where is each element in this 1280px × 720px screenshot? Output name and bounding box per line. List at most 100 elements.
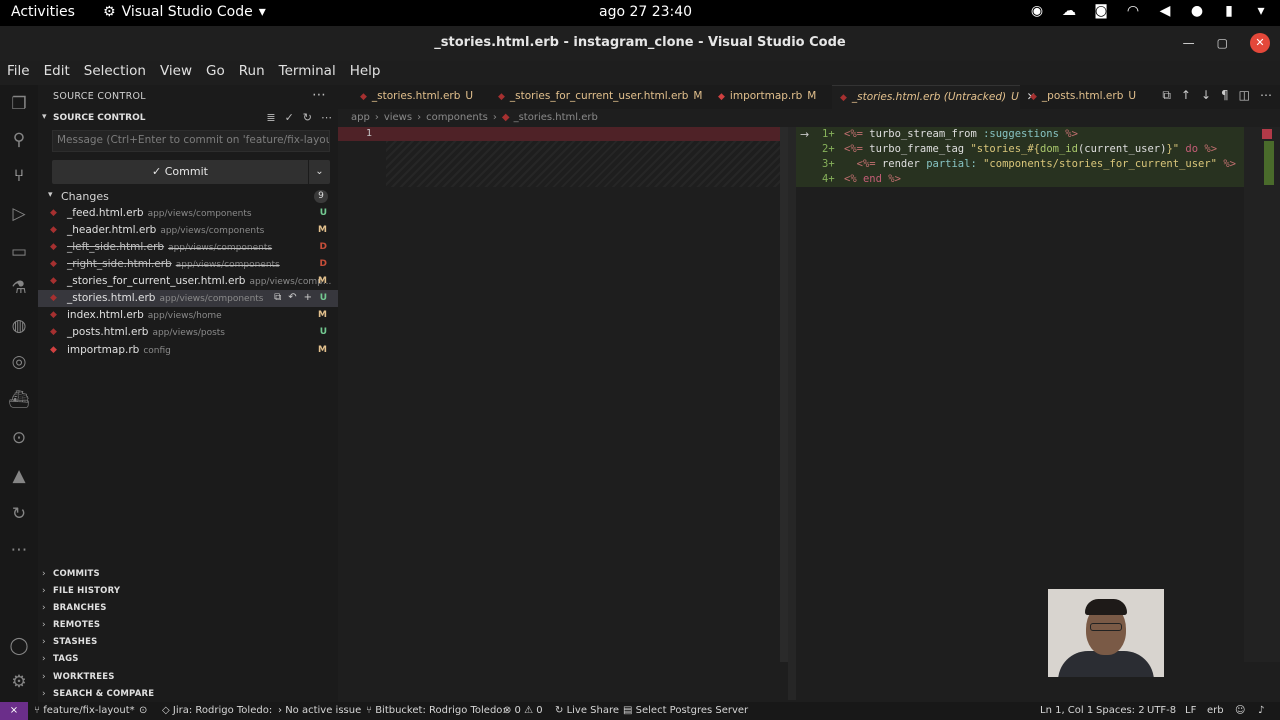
menu-selection[interactable]: Selection [77,61,153,83]
menu-go[interactable]: Go [199,61,232,83]
tab-posts[interactable]: ◆ _posts.html.erb U [1030,85,1136,109]
code-line[interactable]: 4+ <% end %> [822,172,1236,187]
show-whitespace-icon[interactable]: ¶ [1221,88,1229,103]
tab-stories-for-current-user[interactable]: ◆ _stories_for_current_user.html.erb M [498,85,702,109]
notifications-bell-icon[interactable]: ♪ [1258,705,1264,716]
docker-icon[interactable]: ⛴ [8,389,30,411]
breadcrumb-item[interactable]: _stories.html.erb [514,112,598,123]
power-menu-icon[interactable]: ▾ [1252,3,1270,19]
discard-changes-icon[interactable]: ↶ [288,292,296,303]
close-icon[interactable]: ✕ [1250,33,1270,53]
minimize-icon[interactable]: — [1183,36,1195,50]
chevron-down-icon[interactable]: ⌄ [308,160,330,184]
more-icon[interactable]: ⋯ [321,111,332,124]
explorer-icon[interactable]: ❐ [8,93,30,115]
open-file-icon[interactable]: ⧉ [274,292,281,303]
commit-button[interactable]: ✓ Commit ⌄ [52,160,330,184]
source-control-section-header[interactable]: ▾ SOURCE CONTROL ≣ ✓ ↻ ⋯ [38,110,338,128]
scrollbar[interactable] [1244,127,1280,662]
diff-divider[interactable] [788,127,796,700]
run-debug-icon[interactable]: ▷ [8,203,30,225]
battery-icon[interactable]: ▮ [1220,3,1238,19]
code-lines[interactable]: 1+ <%= turbo_stream_from :suggestions %> 2… [822,127,1236,187]
changed-file[interactable]: ◆ _right_side.html.erb app/views/componen… [38,256,338,273]
changed-file[interactable]: ◆ _feed.html.erb app/views/components U [38,205,338,222]
revert-arrow-icon[interactable]: → [800,128,809,141]
changed-file[interactable]: ◆ _stories_for_current_user.html.erb app/… [38,273,338,290]
diff-original-pane[interactable]: 1 [338,127,788,702]
mic-icon[interactable]: ● [1188,3,1206,19]
changed-file-selected[interactable]: ◆ _stories.html.erb app/views/components … [38,290,338,307]
section-file-history[interactable]: › FILE HISTORY [38,583,338,600]
menu-file[interactable]: File [0,61,37,83]
discord-icon[interactable]: ◙ [1092,3,1110,19]
active-issue[interactable]: › No active issue [278,705,361,716]
branch-indicator[interactable]: ⑂ feature/fix-layout* [34,705,135,716]
more-actions-icon[interactable]: ⋯ [312,87,326,103]
view-as-tree-icon[interactable]: ≣ [266,111,275,124]
sync-icon[interactable]: ⊙ [139,705,147,716]
changed-file[interactable]: ◆ index.html.erb app/views/home M [38,307,338,324]
tab-stories-untracked[interactable]: ◆ _stories.html.erb (Untracked) U ✕ [832,85,1036,109]
menu-help[interactable]: Help [343,61,388,83]
split-editor-icon[interactable]: ◫ [1239,88,1250,103]
changed-file[interactable]: ◆ _header.html.erb app/views/components M [38,222,338,239]
wifi-icon[interactable]: ◠ [1124,3,1142,19]
previous-change-icon[interactable]: ↑ [1181,88,1191,103]
section-tags[interactable]: › TAGS [38,651,338,668]
bitbucket-status[interactable]: ⑂ Bitbucket: Rodrigo Toledo: [366,705,506,716]
cursor-position[interactable]: Ln 1, Col 1 [1040,705,1093,716]
problems-indicator[interactable]: ⊗ 0 ⚠ 0 [503,705,543,716]
diff-modified-pane[interactable]: → 1+ <%= turbo_stream_from :suggestions %… [796,127,1280,702]
live-share-icon[interactable]: ↻ [8,503,30,525]
menu-view[interactable]: View [153,61,199,83]
code-line[interactable]: 3+ <%= render partial: "components/stori… [822,157,1236,172]
menu-edit[interactable]: Edit [37,61,77,83]
changed-file[interactable]: ◆ importmap.rb config M [38,342,338,359]
open-file-icon[interactable]: ⧉ [1162,88,1171,103]
settings-gear-icon[interactable]: ⚙ [8,671,30,693]
next-change-icon[interactable]: ↓ [1201,88,1211,103]
section-remotes[interactable]: › REMOTES [38,617,338,634]
remote-explorer-icon[interactable]: ▭ [8,241,30,263]
jira-status[interactable]: ◇ Jira: Rodrigo Toledo: [162,705,272,716]
screen-record-icon[interactable]: ◉ [1028,3,1046,19]
deploy-icon[interactable]: ▲ [8,465,30,487]
section-stashes[interactable]: › STASHES [38,634,338,651]
weather-icon[interactable]: ☁ [1060,3,1078,19]
testing-icon[interactable]: ⚗ [8,277,30,299]
changed-file[interactable]: ◆ _left_side.html.erb app/views/component… [38,239,338,256]
changes-group[interactable]: ▾ Changes 9 [38,188,338,205]
breadcrumb-item[interactable]: components [426,112,488,123]
breadcrumb-item[interactable]: app [351,112,370,123]
language-mode[interactable]: erb [1207,705,1224,716]
section-search-compare[interactable]: › SEARCH & COMPARE [38,686,338,703]
postgres-status[interactable]: ▤ Select Postgres Server [623,705,748,716]
tab-stories[interactable]: ◆ _stories.html.erb U [360,85,473,109]
feedback-icon[interactable]: ☺ [1235,705,1245,716]
menu-run[interactable]: Run [232,61,272,83]
volume-icon[interactable]: ◀ [1156,3,1174,19]
section-branches[interactable]: › BRANCHES [38,600,338,617]
more-icon[interactable]: ⋯ [8,539,30,561]
code-line[interactable]: 2+ <%= turbo_frame_tag "stories_#{dom_id(… [822,142,1236,157]
maximize-icon[interactable]: ▢ [1217,36,1228,50]
commit-check-icon[interactable]: ✓ [285,111,294,124]
account-icon[interactable]: ◯ [8,635,30,657]
source-control-icon[interactable]: ⑂ [8,165,30,187]
live-share-status[interactable]: ↻ Live Share [555,705,619,716]
gitlens-icon[interactable]: ⊙ [8,427,30,449]
activities-button[interactable]: Activities [11,4,75,20]
tab-importmap[interactable]: ◆ importmap.rb M [718,85,816,109]
app-menu[interactable]: ⚙ Visual Studio Code ▾ [103,4,266,20]
git-graph-icon[interactable]: ◎ [8,351,30,373]
search-icon[interactable]: ⚲ [8,129,30,151]
code-line[interactable]: 1+ <%= turbo_stream_from :suggestions %> [822,127,1236,142]
section-worktrees[interactable]: › WORKTREES [38,669,338,686]
database-icon[interactable]: ◍ [8,315,30,337]
menu-terminal[interactable]: Terminal [272,61,343,83]
changed-file[interactable]: ◆ _posts.html.erb app/views/posts U [38,324,338,341]
refresh-icon[interactable]: ↻ [303,111,312,124]
breadcrumb-item[interactable]: views [384,112,412,123]
clock[interactable]: ago 27 23:40 [599,4,692,20]
